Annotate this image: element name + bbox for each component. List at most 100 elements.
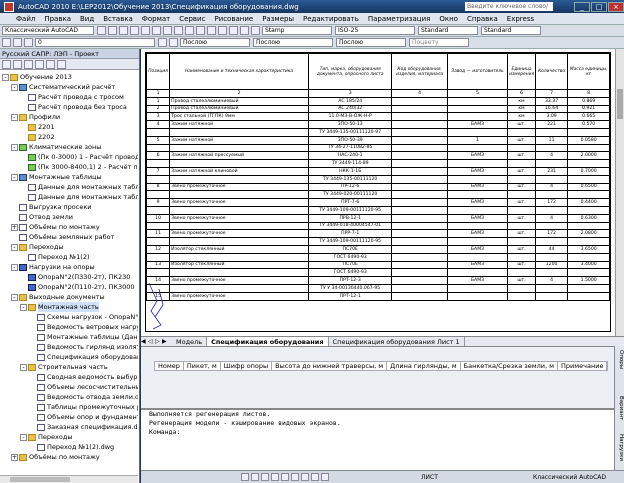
tree-item[interactable]: Схемы нагрузок - ОпораN°2(П110-4: [0, 312, 138, 322]
menu-item[interactable]: Сервис: [179, 15, 205, 23]
menu-item[interactable]: Параметризация: [368, 15, 430, 23]
tree-item[interactable]: - Нагрузки на опоры: [0, 262, 138, 272]
tree-item[interactable]: Данные для монтажных таблиц - Расч: [0, 182, 138, 192]
sheet-label[interactable]: ЛИСТ: [421, 474, 438, 481]
tree-item[interactable]: Расчёт провода с тросом: [0, 92, 138, 102]
mleader-style-select[interactable]: Standard: [481, 26, 541, 35]
menu-item[interactable]: Вставка: [103, 15, 133, 23]
collapse-icon[interactable]: -: [20, 303, 27, 311]
open-icon[interactable]: [108, 26, 117, 35]
color-select[interactable]: Послою: [180, 38, 250, 47]
menu-item[interactable]: Размеры: [262, 15, 294, 23]
tree-item[interactable]: Монтажные таблицы (Данные для м: [0, 332, 138, 342]
tree-item[interactable]: Объёмы земляных работ: [0, 232, 138, 242]
command-window[interactable]: Выполняется регенерация листов. Регенера…: [141, 408, 614, 470]
ducs-toggle-icon[interactable]: [301, 473, 309, 481]
tree-item[interactable]: Переход №1(2).dwg: [0, 442, 138, 452]
menu-item[interactable]: Правка: [44, 15, 71, 23]
tree-item[interactable]: 2201: [0, 122, 138, 132]
tree-item[interactable]: ОпораN°2(П330-2т), ПК230: [0, 272, 138, 282]
osnap-toggle-icon[interactable]: [281, 473, 289, 481]
tree-item[interactable]: - Строительная часть: [0, 362, 138, 372]
ortho-toggle-icon[interactable]: [261, 473, 269, 481]
tab-spec-sheet1[interactable]: Спецификация оборудования Лист 1: [329, 336, 465, 347]
help-icon[interactable]: [57, 59, 66, 69]
first-tab-icon[interactable]: ◀: [141, 338, 148, 345]
copy-icon[interactable]: [163, 26, 172, 35]
menu-item[interactable]: Express: [507, 15, 534, 23]
layer-state-icon[interactable]: [13, 38, 22, 47]
pan-icon[interactable]: [207, 26, 216, 35]
tree-leaf-icon[interactable]: [29, 324, 36, 331]
tree-leaf-icon[interactable]: [29, 334, 36, 341]
minimize-icon[interactable]: _: [574, 1, 590, 12]
tree-hscrollbar[interactable]: [0, 475, 138, 483]
tree-item[interactable]: Объемы лесосчистительных работ.: [0, 382, 138, 392]
tree-leaf-icon[interactable]: [29, 354, 36, 361]
collapse-icon[interactable]: -: [11, 143, 18, 151]
tree-item[interactable]: + Объёмы по монтажу: [0, 452, 138, 462]
palette-tab-variant[interactable]: Вариант: [616, 396, 624, 420]
text-style-select[interactable]: Stamp: [262, 26, 332, 35]
tree-leaf-icon[interactable]: [20, 184, 27, 191]
tree-leaf-icon[interactable]: [29, 444, 36, 451]
tree-leaf-icon[interactable]: [29, 344, 36, 351]
attr-column-header[interactable]: Длина гирлянды, м: [387, 362, 461, 370]
tree-item[interactable]: - Монтажные таблицы: [0, 172, 138, 182]
lineweight-select[interactable]: Послою: [336, 38, 406, 47]
autocad-logo-icon[interactable]: [4, 1, 14, 12]
workspace-switch[interactable]: Классический AutoCAD: [533, 474, 606, 481]
tree-item[interactable]: Таблицы промежуточных результат: [0, 402, 138, 412]
tree-leaf-icon[interactable]: [20, 154, 27, 161]
tree-item[interactable]: - Обучение 2013: [0, 72, 138, 82]
prev-tab-icon[interactable]: ◁: [148, 338, 155, 345]
tree-item[interactable]: Сводная ведомость выбурки просек: [0, 372, 138, 382]
attr-column-header[interactable]: Пикет, м: [184, 362, 221, 370]
tree-leaf-icon[interactable]: [20, 164, 27, 171]
dyn-toggle-icon[interactable]: [311, 473, 319, 481]
tree-leaf-icon[interactable]: [29, 314, 36, 321]
layer-previous-icon[interactable]: [169, 38, 178, 47]
tree-leaf-icon[interactable]: [20, 134, 27, 141]
tree-item[interactable]: Отвод земли: [0, 212, 138, 222]
open-project-icon[interactable]: [13, 59, 22, 69]
collapse-icon[interactable]: -: [11, 83, 18, 91]
tree-item[interactable]: Ведомость гирлянд изоляторов и т: [0, 342, 138, 352]
attr-column-header[interactable]: Номер: [155, 362, 184, 370]
save-project-icon[interactable]: [24, 59, 33, 69]
tree-leaf-icon[interactable]: [11, 214, 18, 221]
tree-leaf-icon[interactable]: [29, 414, 36, 421]
tree-item[interactable]: Данные для монтажных таблиц(1) - Ра: [0, 192, 138, 202]
tree-item[interactable]: - Переходы: [0, 242, 138, 252]
new-icon[interactable]: [97, 26, 106, 35]
tree-leaf-icon[interactable]: [29, 374, 36, 381]
tree-leaf-icon[interactable]: [20, 104, 27, 111]
collapse-icon[interactable]: -: [11, 243, 18, 251]
grid-toggle-icon[interactable]: [251, 473, 259, 481]
tree-leaf-icon[interactable]: [29, 404, 36, 411]
table-style-select[interactable]: Standard: [418, 26, 478, 35]
scroll-thumb[interactable]: [10, 477, 70, 482]
collapse-icon[interactable]: -: [2, 73, 9, 81]
menu-item[interactable]: Рисование: [214, 15, 253, 23]
collapse-icon[interactable]: -: [11, 263, 18, 271]
next-tab-icon[interactable]: ▷: [155, 338, 162, 345]
redo-icon[interactable]: [196, 26, 205, 35]
tree-item[interactable]: - Монтажная часть: [0, 302, 138, 312]
menu-item[interactable]: Формат: [142, 15, 170, 23]
print-icon[interactable]: [130, 26, 139, 35]
otrack-toggle-icon[interactable]: [291, 473, 299, 481]
maximize-icon[interactable]: □: [591, 1, 607, 12]
collapse-icon[interactable]: -: [20, 433, 27, 441]
layer-select[interactable]: 0: [35, 38, 155, 47]
drawing-area[interactable]: Позиция Наименование и техническая характ…: [141, 49, 615, 336]
settings-icon[interactable]: [35, 59, 44, 69]
paste-icon[interactable]: [174, 26, 183, 35]
tree-item[interactable]: ОпораN°2(П110-2т), ПК3000: [0, 282, 138, 292]
close-icon[interactable]: ×: [608, 1, 624, 12]
tree-item[interactable]: - Климатические зоны: [0, 142, 138, 152]
save-icon[interactable]: [119, 26, 128, 35]
command-prompt[interactable]: Команда:: [141, 428, 614, 437]
tree-item[interactable]: - Переходы: [0, 432, 138, 442]
tree-item[interactable]: (Пк 0-3000) 1 - Расчёт провода с тросс: [0, 152, 138, 162]
